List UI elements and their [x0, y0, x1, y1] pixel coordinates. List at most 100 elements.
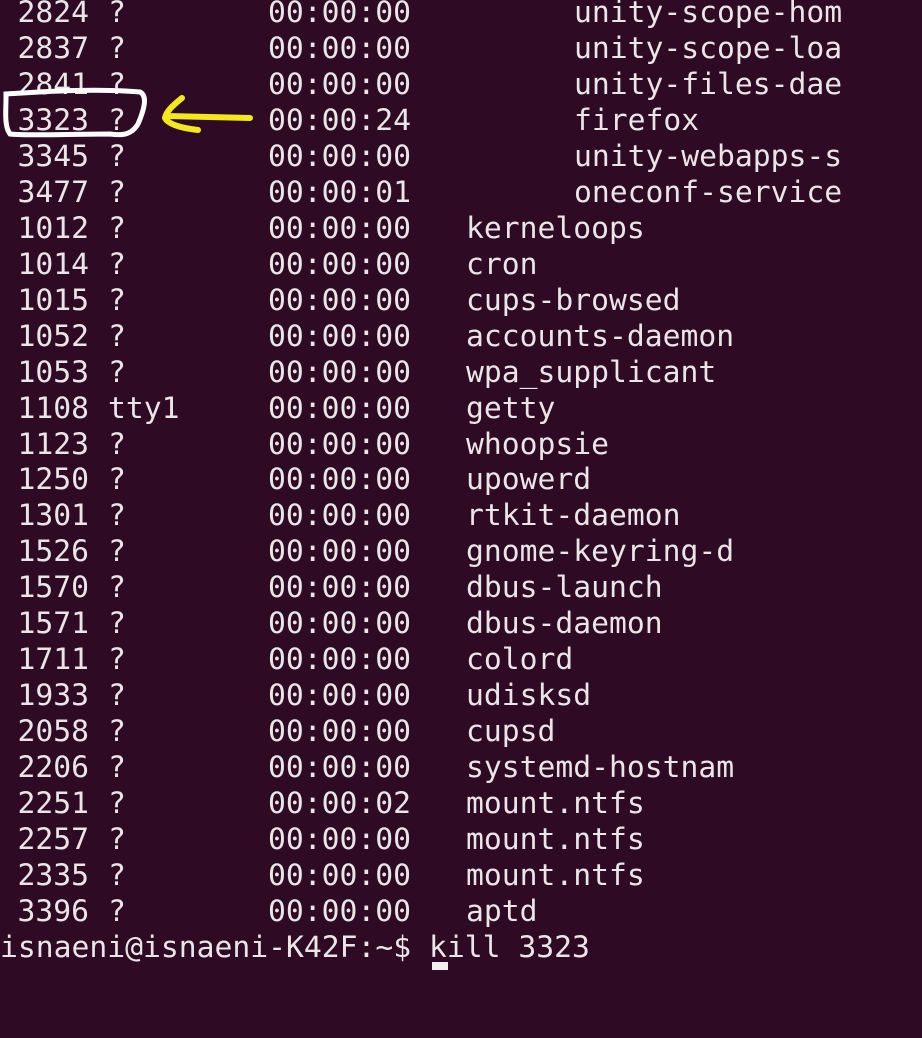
process-cmd: rtkit-daemon: [466, 498, 681, 534]
process-pid: 3323: [17, 102, 90, 138]
process-pid: 2824: [17, 0, 90, 30]
process-time: 00:00:00: [268, 138, 411, 174]
process-time: 00:00:00: [268, 606, 411, 642]
process-row: 1571? 00:00:00 dbus-daemon: [0, 606, 922, 642]
process-pid: 2335: [17, 858, 90, 894]
process-cmd: gnome-keyring-d: [466, 534, 735, 570]
process-tty: ?: [108, 462, 126, 498]
process-time: 00:00:00: [268, 678, 411, 714]
process-row: 1053? 00:00:00 wpa_supplicant: [0, 355, 922, 391]
process-tty: tty1: [108, 390, 180, 426]
process-row: 2841? 00:00:00 unity-files-dae: [0, 67, 922, 103]
process-tty: ?: [108, 174, 126, 210]
process-time: 00:00:00: [268, 426, 411, 462]
process-cmd: dbus-launch: [466, 570, 663, 606]
process-time: 00:00:00: [268, 822, 411, 858]
process-time: 00:00:00: [268, 462, 411, 498]
process-cmd: whoopsie: [466, 426, 609, 462]
process-cmd: aptd: [466, 894, 538, 929]
process-time: 00:00:00: [268, 750, 411, 786]
process-row: 3345? 00:00:00 unity-webapps-s: [0, 139, 922, 175]
process-row: 2837? 00:00:00 unity-scope-loa: [0, 31, 922, 67]
process-pid: 1711: [17, 642, 90, 678]
process-time: 00:00:24: [268, 102, 411, 138]
process-tty: ?: [108, 750, 126, 786]
process-time: 00:00:00: [268, 534, 411, 570]
process-row: 1014? 00:00:00 cron: [0, 247, 922, 283]
process-tty: ?: [108, 210, 126, 246]
process-pid: 1571: [17, 606, 90, 642]
process-tty: ?: [108, 642, 126, 678]
process-tty: ?: [108, 282, 126, 318]
process-time: 00:00:00: [268, 282, 411, 318]
process-tty: ?: [108, 822, 126, 858]
command-prompt: isnaeni@isnaeni-K42F:~$ kill 3323: [0, 929, 590, 965]
process-pid: 1108: [17, 390, 90, 426]
process-row: 2257? 00:00:00 mount.ntfs: [0, 822, 922, 858]
process-tty: ?: [108, 858, 126, 894]
process-time: 00:00:00: [268, 354, 411, 390]
process-cmd: cron: [466, 246, 538, 282]
process-tty: ?: [108, 894, 126, 929]
process-tty: ?: [108, 30, 126, 66]
terminal-window[interactable]: 2824? 00:00:00 unity-scope-hom 2837? 00:00:0…: [0, 0, 922, 970]
process-cmd: unity-scope-loa: [574, 30, 843, 66]
process-row: 1711? 00:00:00 colord: [0, 642, 922, 678]
process-tty: ?: [108, 570, 126, 606]
process-row: 1012? 00:00:00 kerneloops: [0, 211, 922, 247]
process-cmd: dbus-daemon: [466, 606, 663, 642]
process-cmd: cupsd: [466, 714, 556, 750]
process-pid: 1015: [17, 282, 90, 318]
process-pid: 1014: [17, 246, 90, 282]
process-row: 1301? 00:00:00 rtkit-daemon: [0, 498, 922, 534]
process-row: 3323? 00:00:24 firefox: [0, 103, 922, 139]
process-time: 00:00:00: [268, 0, 411, 30]
process-row: 3396? 00:00:00 aptd: [0, 894, 922, 930]
process-pid: 1123: [17, 426, 90, 462]
process-pid: 1526: [17, 534, 90, 570]
process-pid: 2837: [17, 30, 90, 66]
process-time: 00:00:00: [268, 894, 411, 929]
process-row: 3477? 00:00:01 oneconf-service: [0, 175, 922, 211]
prompt-line[interactable]: isnaeni@isnaeni-K42F:~$ kill 3323: [0, 930, 922, 966]
process-time: 00:00:00: [268, 714, 411, 750]
process-cmd: kerneloops: [466, 210, 645, 246]
process-cmd: mount.ntfs: [466, 786, 645, 822]
process-time: 00:00:00: [268, 642, 411, 678]
process-row: 2206? 00:00:00 systemd-hostnam: [0, 750, 922, 786]
process-row: 1108 tty1 00:00:00 getty: [0, 391, 922, 427]
process-cmd: wpa_supplicant: [466, 354, 717, 390]
process-pid: 3477: [17, 174, 90, 210]
process-cmd: getty: [466, 390, 556, 426]
process-tty: ?: [108, 534, 126, 570]
process-pid: 3345: [17, 138, 90, 174]
process-time: 00:00:00: [268, 30, 411, 66]
process-row: 2335? 00:00:00 mount.ntfs: [0, 858, 922, 894]
process-row: 1933? 00:00:00 udisksd: [0, 678, 922, 714]
process-tty: ?: [108, 714, 126, 750]
process-time: 00:00:00: [268, 210, 411, 246]
process-row: 1015? 00:00:00 cups-browsed: [0, 283, 922, 319]
process-tty: ?: [108, 66, 126, 102]
process-time: 00:00:00: [268, 318, 411, 354]
process-cmd: upowerd: [466, 462, 592, 498]
process-pid: 1052: [17, 318, 90, 354]
process-pid: 3396: [17, 894, 90, 929]
process-tty: ?: [108, 318, 126, 354]
process-tty: ?: [108, 426, 126, 462]
process-pid: 1570: [17, 570, 90, 606]
process-time: 00:00:00: [268, 498, 411, 534]
process-pid: 1012: [17, 210, 90, 246]
process-tty: ?: [108, 138, 126, 174]
process-tty: ?: [108, 606, 126, 642]
process-pid: 1250: [17, 462, 90, 498]
process-cmd: systemd-hostnam: [466, 750, 735, 786]
process-pid: 1301: [17, 498, 90, 534]
process-cmd: unity-files-dae: [574, 66, 843, 102]
terminal-cursor: [432, 962, 448, 970]
process-time: 00:00:00: [268, 570, 411, 606]
process-tty: ?: [108, 246, 126, 282]
process-time: 00:00:00: [268, 246, 411, 282]
process-time: 00:00:01: [268, 174, 411, 210]
process-pid: 2206: [17, 750, 90, 786]
